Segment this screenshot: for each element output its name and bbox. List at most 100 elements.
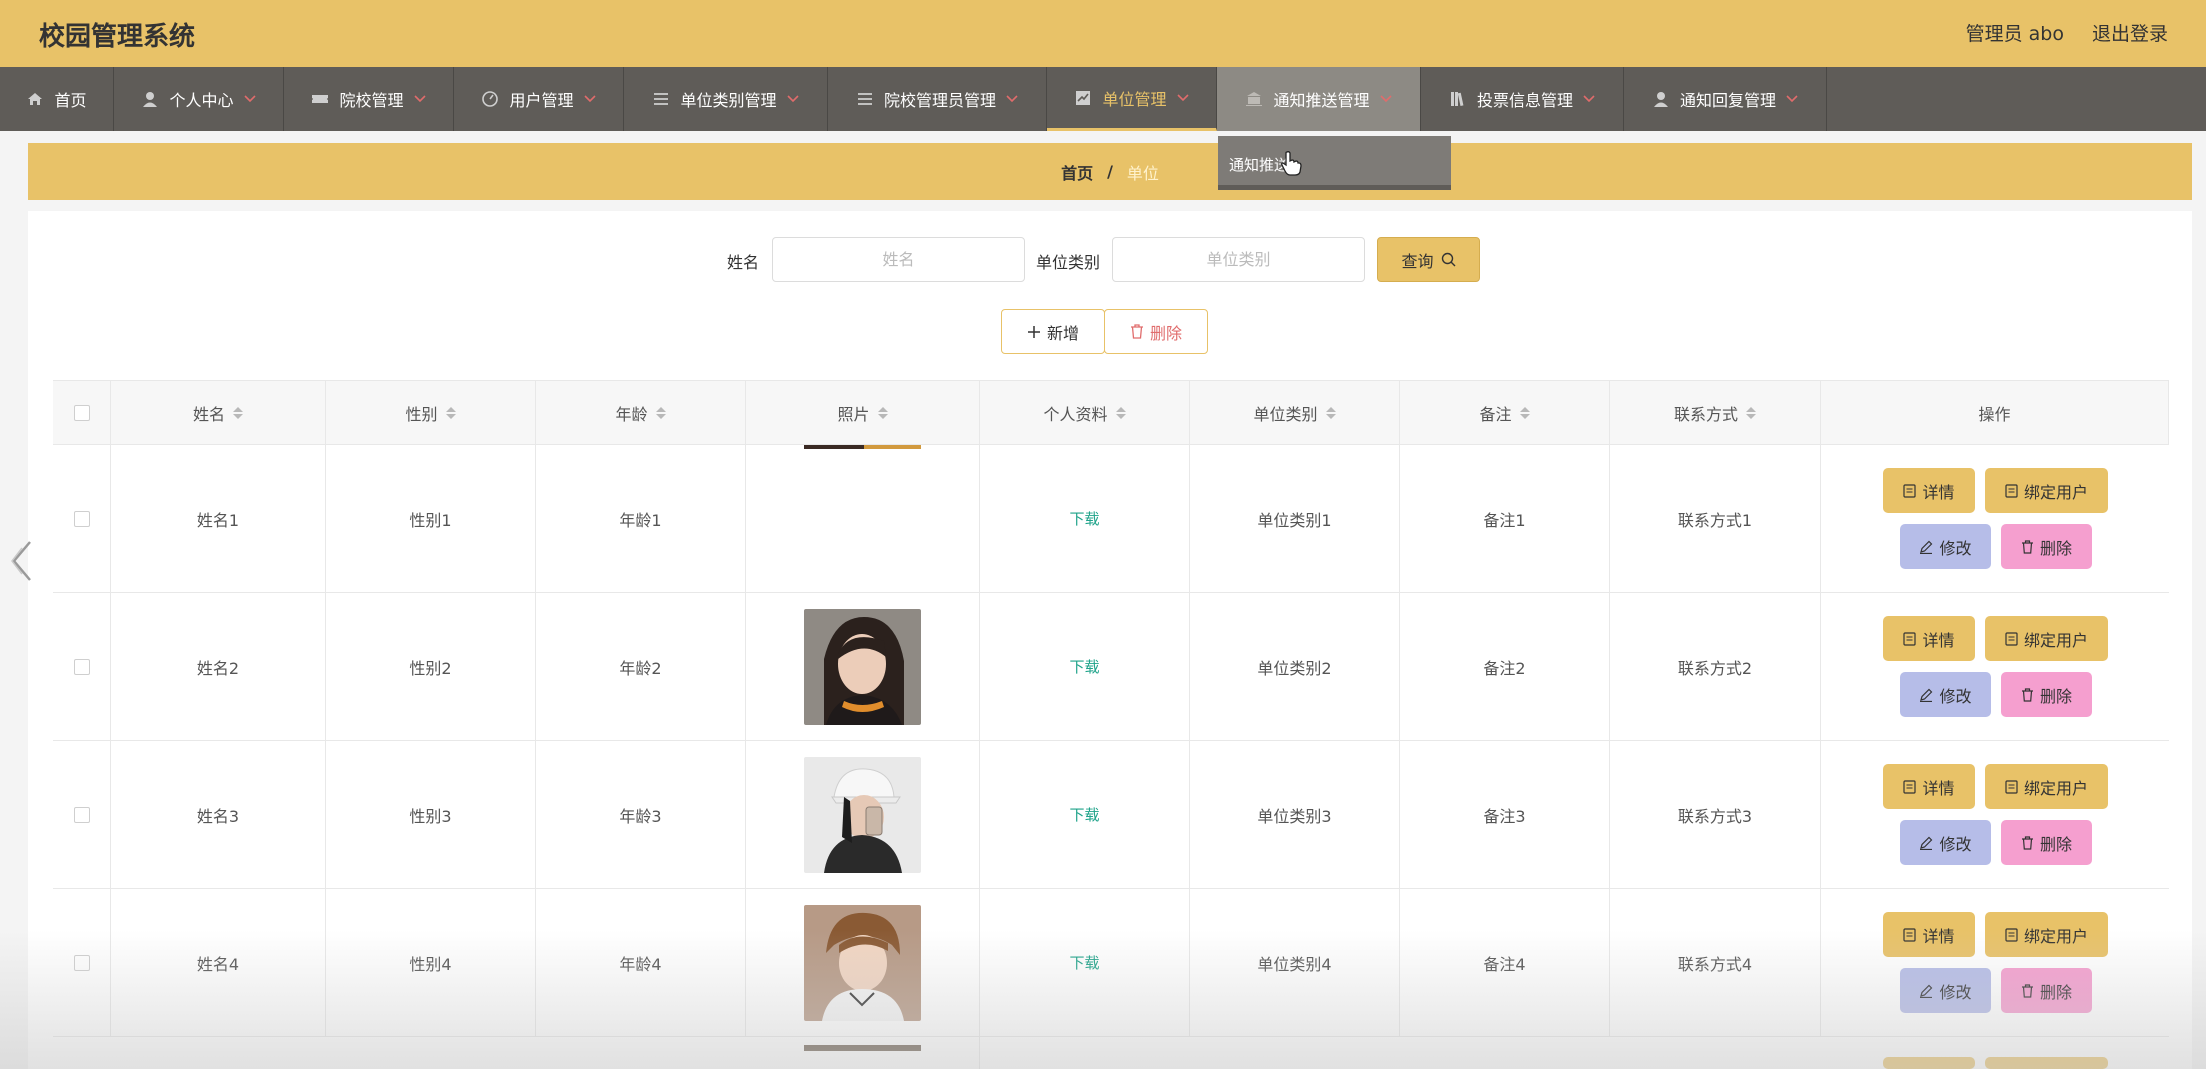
detail-button[interactable]: 详情 [1883, 616, 1975, 661]
photo-thumbnail[interactable] [804, 756, 921, 873]
batch-delete-button[interactable]: 删除 [1104, 309, 1208, 354]
photo-thumbnail[interactable] [804, 1045, 921, 1051]
pencil-icon [1920, 984, 1933, 998]
cell-profile: 下载 [980, 445, 1190, 592]
column-header-photo[interactable]: 照片 [746, 381, 980, 445]
breadcrumb-home[interactable]: 首页 [1061, 160, 1093, 184]
nav-item-users[interactable]: 用户管理 [454, 67, 624, 131]
trash-icon [2021, 983, 2033, 998]
nav-label-units: 单位管理 [1102, 89, 1167, 109]
bind-user-label: 绑定用户 [2023, 926, 2088, 946]
edit-button[interactable]: 修改 [1900, 820, 1991, 865]
nav-item-college-admins[interactable]: 院校管理员管理 [828, 67, 1047, 131]
sort-icon[interactable] [445, 407, 456, 419]
sort-icon[interactable] [233, 407, 243, 419]
row-checkbox[interactable] [73, 806, 90, 823]
column-label: 操作 [1978, 405, 2011, 424]
unit-type-search-input[interactable] [1112, 237, 1365, 282]
delete-label: 删除 [1149, 323, 1182, 343]
delete-button[interactable]: 删除 [2001, 524, 2092, 569]
row-checkbox[interactable] [73, 658, 90, 675]
sort-icon[interactable] [655, 407, 666, 419]
row-checkbox[interactable] [73, 510, 90, 527]
delete-button[interactable]: 删除 [2001, 820, 2092, 865]
bind-user-button[interactable]: 绑定用户 [1985, 764, 2108, 809]
detail-button[interactable]: 详情 [1883, 468, 1975, 513]
bind-user-button[interactable] [1985, 1057, 2108, 1069]
sort-icon[interactable] [1115, 407, 1126, 419]
cell-actions: 详情 绑定用户 修改 删除 [1821, 741, 2169, 888]
detail-label: 详情 [1922, 482, 1955, 502]
column-header-gender[interactable]: 性别 [326, 381, 536, 445]
query-button[interactable]: 查询 [1377, 237, 1480, 282]
detail-button[interactable]: 详情 [1883, 912, 1975, 957]
cell-actions: 详情 绑定用户 修改 删除 [1821, 593, 2169, 740]
cell-profile: 下载 [980, 593, 1190, 740]
bind-user-label: 绑定用户 [2023, 630, 2088, 650]
nav-item-home[interactable]: 首页 [0, 67, 114, 131]
nav-item-replies[interactable]: 通知回复管理 [1624, 67, 1827, 131]
sort-icon[interactable] [1519, 407, 1530, 419]
cell-photo [746, 445, 980, 592]
delete-button[interactable]: 删除 [2001, 968, 2092, 1013]
nav-item-votes[interactable]: 投票信息管理 [1421, 67, 1624, 131]
column-header-age[interactable]: 年龄 [536, 381, 746, 445]
column-header-profile[interactable]: 个人资料 [980, 381, 1190, 445]
bind-user-button[interactable]: 绑定用户 [1985, 616, 2108, 661]
detail-button[interactable] [1883, 1057, 1975, 1069]
nav-item-units[interactable]: 单位管理 [1047, 67, 1217, 131]
row-select-cell [53, 889, 111, 1036]
cell-profile: 下载 [980, 741, 1190, 888]
chart-icon [1074, 89, 1092, 107]
delete-button[interactable]: 删除 [2001, 672, 2092, 717]
column-header-contact[interactable]: 联系方式 [1610, 381, 1821, 445]
chevron-down-icon [1786, 95, 1798, 103]
name-search-input[interactable] [772, 237, 1025, 282]
column-header-name[interactable]: 姓名 [111, 381, 326, 445]
table-row: 姓名3 性别3 年龄3 下载 单位类别3 备注3 联系方式3 详情 绑定用户 修… [53, 741, 2169, 889]
nav-item-personal[interactable]: 个人中心 [114, 67, 284, 131]
download-link[interactable]: 下载 [1069, 656, 1099, 677]
logout-link[interactable]: 退出登录 [2092, 19, 2168, 46]
cell-contact: 联系方式3 [1610, 741, 1821, 888]
chevron-down-icon [1583, 95, 1595, 103]
nav-item-notifications[interactable]: 通知推送管理 [1217, 67, 1421, 131]
home-icon [26, 90, 44, 108]
edit-button[interactable]: 修改 [1900, 524, 1991, 569]
row-checkbox[interactable] [73, 954, 90, 971]
sort-icon[interactable] [1325, 407, 1336, 419]
detail-button[interactable]: 详情 [1883, 764, 1975, 809]
download-link[interactable]: 下载 [1069, 508, 1099, 529]
column-header-unit-type[interactable]: 单位类别 [1190, 381, 1400, 445]
column-label: 姓名 [192, 405, 225, 424]
cell-unit-type: 单位类别1 [1190, 445, 1400, 592]
bind-user-button[interactable]: 绑定用户 [1985, 468, 2108, 513]
row-select-cell [53, 445, 111, 592]
cell-gender: 性别1 [326, 445, 536, 592]
edit-button[interactable]: 修改 [1900, 672, 1991, 717]
bind-user-button[interactable]: 绑定用户 [1985, 912, 2108, 957]
chevron-left-icon[interactable] [8, 538, 36, 584]
select-all-checkbox[interactable] [73, 405, 90, 421]
column-label: 性别 [405, 405, 438, 424]
photo-thumbnail[interactable] [804, 904, 921, 1021]
select-all-cell [53, 381, 111, 445]
download-link[interactable]: 下载 [1069, 804, 1099, 825]
sort-icon[interactable] [877, 407, 888, 419]
nav-item-colleges[interactable]: 院校管理 [284, 67, 454, 131]
download-link[interactable]: 下载 [1069, 952, 1099, 973]
edit-button[interactable]: 修改 [1900, 968, 1991, 1013]
chevron-down-icon [1006, 95, 1018, 103]
table-row: 姓名4 性别4 年龄4 下载 单位类别4 备注4 联系方式4 详情 绑定用户 修… [53, 889, 2169, 1037]
column-label: 照片 [837, 405, 870, 424]
column-header-note[interactable]: 备注 [1400, 381, 1610, 445]
cell-contact: 联系方式1 [1610, 445, 1821, 592]
photo-thumbnail[interactable] [804, 608, 921, 725]
nav-item-unit-types[interactable]: 单位类别管理 [624, 67, 828, 131]
cell-photo [746, 889, 980, 1036]
add-button[interactable]: 新增 [1001, 309, 1105, 354]
photo-thumbnail[interactable] [804, 445, 921, 449]
name-label: 姓名 [727, 253, 760, 272]
sort-icon[interactable] [1746, 407, 1756, 419]
delete-label: 删除 [2039, 538, 2072, 558]
